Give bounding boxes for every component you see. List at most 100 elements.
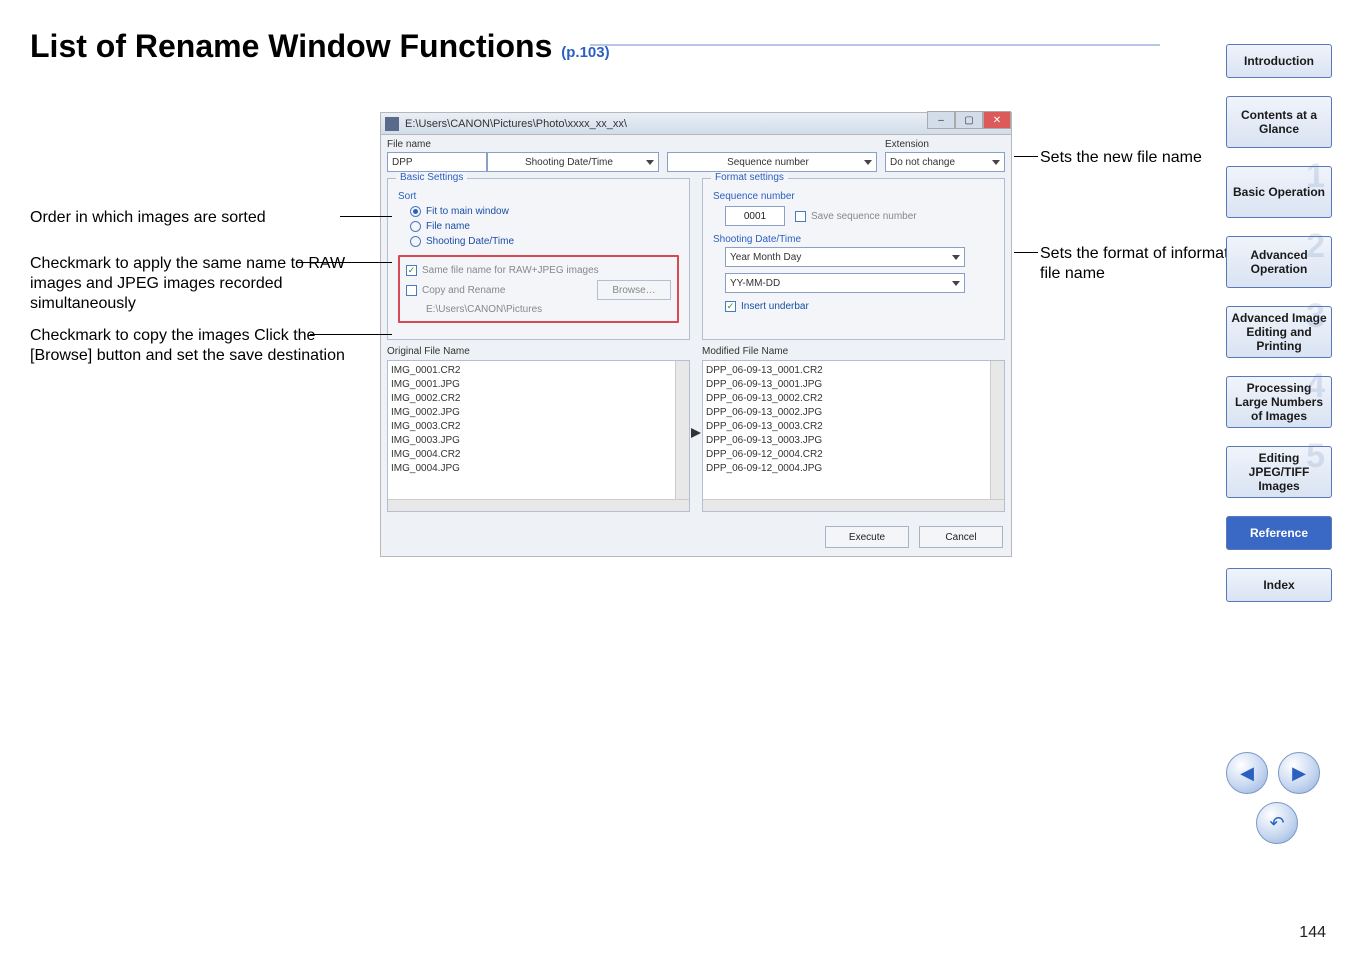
page-title: List of Rename Window Functions (p.103) [30, 28, 610, 65]
list-item[interactable]: DPP_06-09-13_0003.JPG [706, 434, 1001, 448]
underbar-checkbox[interactable]: ✓ Insert underbar [725, 301, 994, 312]
list-item[interactable]: DPP_06-09-13_0002.CR2 [706, 392, 1001, 406]
title-text: List of Rename Window Functions [30, 28, 552, 64]
filename-label: File name [387, 139, 659, 150]
sort-fit-label: Fit to main window [426, 206, 509, 217]
ann-copy: Checkmark to copy the images Click the [… [30, 326, 350, 366]
extension-value: Do not change [890, 157, 955, 168]
shoot-fmt: YY-MM-DD [730, 278, 780, 289]
same-filename-label: Same file name for RAW+JPEG images [422, 265, 599, 276]
title-rule [590, 44, 1160, 46]
cancel-button[interactable]: Cancel [919, 526, 1003, 548]
sidebar-jpeg-tiff[interactable]: 5Editing JPEG/TIFF Images [1226, 446, 1332, 498]
return-button[interactable]: ↶ [1256, 802, 1298, 844]
sidebar-advanced-operation[interactable]: 2Advanced Operation [1226, 236, 1332, 288]
list-item[interactable]: IMG_0003.JPG [391, 434, 686, 448]
ann-line [1014, 252, 1038, 253]
scrollbar-v[interactable] [990, 361, 1004, 499]
window-minimize-button[interactable]: – [927, 111, 955, 129]
list-item[interactable]: DPP_06-09-13_0001.JPG [706, 378, 1001, 392]
list-item[interactable]: IMG_0004.CR2 [391, 448, 686, 462]
orig-list-title: Original File Name [387, 346, 690, 357]
window-titlebar: E:\Users\CANON\Pictures\Photo\xxxx_xx_xx… [381, 113, 1011, 135]
scrollbar-h[interactable] [388, 499, 689, 511]
mod-list-title: Modified File Name [702, 346, 1005, 357]
sort-date-radio[interactable]: Shooting Date/Time [410, 236, 679, 247]
filename-input[interactable]: DPP [387, 152, 487, 172]
same-filename-checkbox[interactable]: ✓ Same file name for RAW+JPEG images [406, 265, 671, 276]
caret-icon [952, 255, 960, 260]
ann-line [310, 334, 392, 335]
list-item[interactable]: IMG_0002.JPG [391, 406, 686, 420]
sort-fit-radio[interactable]: Fit to main window [410, 206, 679, 217]
list-item[interactable]: IMG_0004.JPG [391, 462, 686, 476]
mod-file-list[interactable]: DPP_06-09-13_0001.CR2DPP_06-09-13_0001.J… [702, 360, 1005, 512]
arrow-icon [691, 428, 701, 438]
sort-date-label: Shooting Date/Time [426, 236, 514, 247]
save-sequence-checkbox[interactable]: Save sequence number [795, 211, 917, 222]
basic-settings-title: Basic Settings [396, 172, 467, 183]
sidebar-basic-operation[interactable]: 1Basic Operation [1226, 166, 1332, 218]
format-settings-group: Format settings Sequence number 0001 Sav… [702, 178, 1005, 340]
rename-window: E:\Users\CANON\Pictures\Photo\xxxx_xx_xx… [380, 112, 1012, 557]
ann-line [296, 262, 392, 263]
list-item[interactable]: DPP_06-09-13_0003.CR2 [706, 420, 1001, 434]
shooting-date-label: Shooting Date/Time [713, 234, 994, 245]
pattern2-text: Sequence number [727, 157, 809, 168]
filename-value: DPP [392, 157, 413, 168]
ann-sort: Order in which images are sorted [30, 208, 340, 228]
ann-line [340, 216, 392, 217]
list-item[interactable]: DPP_06-09-12_0004.CR2 [706, 448, 1001, 462]
rawjpeg-callout: ✓ Same file name for RAW+JPEG images Cop… [398, 255, 679, 323]
sequence-input[interactable]: 0001 [725, 206, 785, 226]
filename-pattern-1[interactable]: Shooting Date/Time [487, 152, 659, 172]
underbar-label: Insert underbar [741, 301, 809, 312]
sidebar: Introduction Contents at a Glance 1Basic… [1226, 44, 1332, 602]
browse-button[interactable]: Browse… [597, 280, 671, 300]
list-item[interactable]: DPP_06-09-13_0001.CR2 [706, 364, 1001, 378]
sort-label: Sort [398, 191, 679, 202]
window-icon [385, 117, 399, 131]
window-close-button[interactable]: ✕ [983, 111, 1011, 129]
caret-icon [646, 160, 654, 165]
ann-line [1014, 156, 1038, 157]
caret-icon [864, 160, 872, 165]
copy-rename-checkbox[interactable]: Copy and Rename [406, 285, 505, 296]
extension-label: Extension [885, 139, 1005, 150]
list-item[interactable]: IMG_0001.CR2 [391, 364, 686, 378]
list-item[interactable]: IMG_0002.CR2 [391, 392, 686, 406]
sidebar-advanced-editing[interactable]: 3Advanced Image Editing and Printing [1226, 306, 1332, 358]
window-maximize-button[interactable]: ▢ [955, 111, 983, 129]
scrollbar-v[interactable] [675, 361, 689, 499]
prev-page-button[interactable]: ◀ [1226, 752, 1268, 794]
caret-icon [992, 160, 1000, 165]
sidebar-processing[interactable]: 4Processing Large Numbers of Images [1226, 376, 1332, 428]
list-item[interactable]: IMG_0003.CR2 [391, 420, 686, 434]
sidebar-introduction[interactable]: Introduction [1226, 44, 1332, 78]
list-item[interactable]: DPP_06-09-12_0004.JPG [706, 462, 1001, 476]
shoot-val: Year Month Day [730, 252, 801, 263]
basic-settings-group: Basic Settings Sort Fit to main window F… [387, 178, 690, 340]
filename-row: File name DPP Shooting Date/Time Sequenc… [381, 135, 1011, 178]
sidebar-contents[interactable]: Contents at a Glance [1226, 96, 1332, 148]
caret-icon [952, 281, 960, 286]
extension-select[interactable]: Do not change [885, 152, 1005, 172]
sequence-label: Sequence number [713, 191, 994, 202]
scrollbar-h[interactable] [703, 499, 1004, 511]
shooting-date-format-select[interactable]: YY-MM-DD [725, 273, 965, 293]
list-item[interactable]: IMG_0001.JPG [391, 378, 686, 392]
shooting-date-order-select[interactable]: Year Month Day [725, 247, 965, 267]
sort-filename-radio[interactable]: File name [410, 221, 679, 232]
sidebar-index[interactable]: Index [1226, 568, 1332, 602]
execute-button[interactable]: Execute [825, 526, 909, 548]
sort-file-label: File name [426, 221, 470, 232]
save-sequence-label: Save sequence number [811, 211, 917, 222]
sidebar-reference[interactable]: Reference [1226, 516, 1332, 550]
filename-pattern-2[interactable]: Sequence number [667, 152, 877, 172]
pattern1-text: Shooting Date/Time [525, 157, 613, 168]
next-page-button[interactable]: ▶ [1278, 752, 1320, 794]
title-page-ref[interactable]: (p.103) [561, 44, 609, 61]
format-settings-title: Format settings [711, 172, 788, 183]
list-item[interactable]: DPP_06-09-13_0002.JPG [706, 406, 1001, 420]
orig-file-list[interactable]: IMG_0001.CR2IMG_0001.JPGIMG_0002.CR2IMG_… [387, 360, 690, 512]
